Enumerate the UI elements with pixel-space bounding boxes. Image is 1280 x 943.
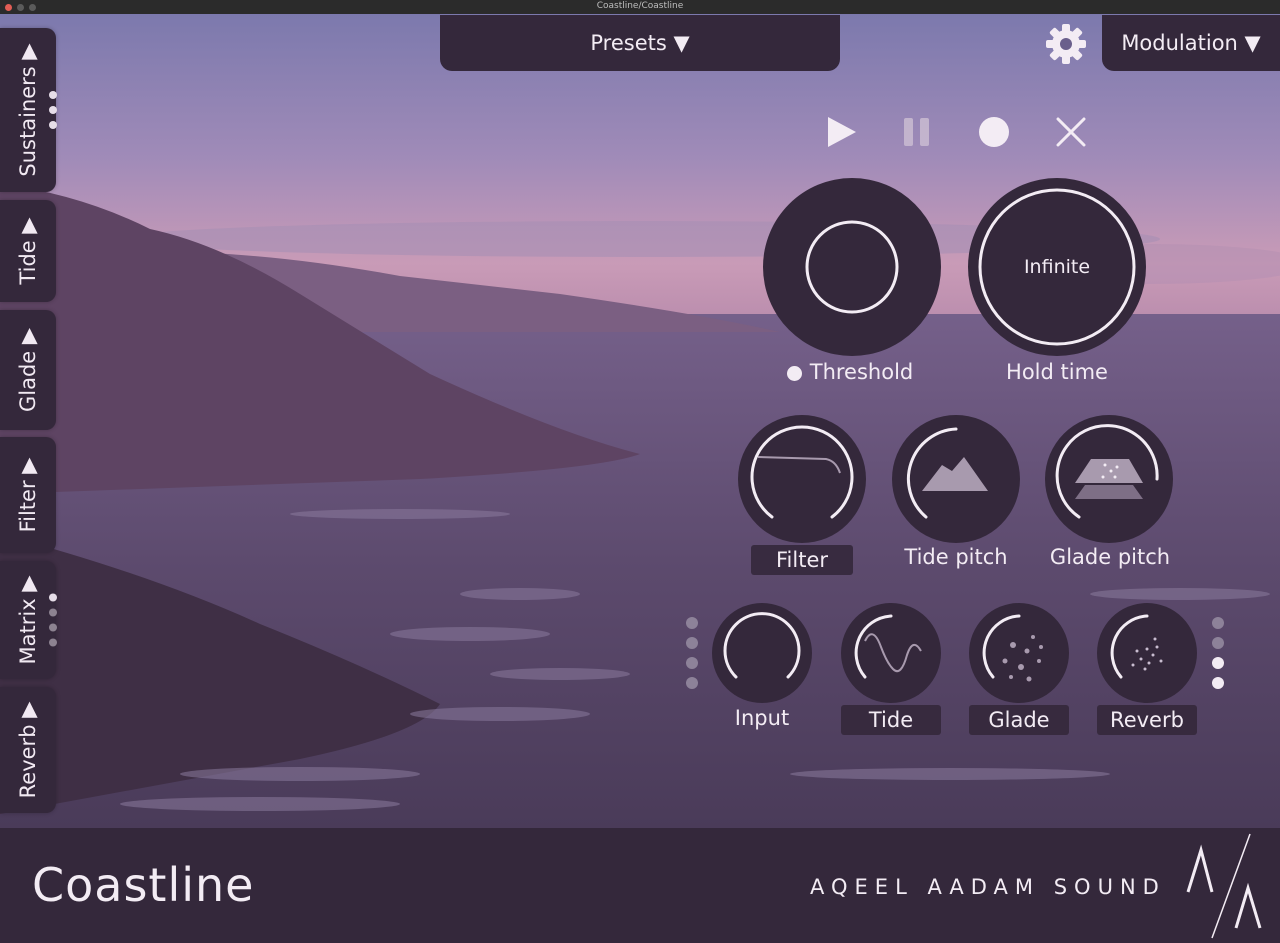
modulation-label: Modulation ▼: [1121, 31, 1261, 55]
tab-label: Glade ▶: [16, 327, 40, 413]
input-knob[interactable]: [712, 603, 812, 703]
tide-label[interactable]: Tide: [841, 705, 941, 735]
tab-glade[interactable]: Glade ▶: [0, 310, 56, 430]
glade-knob[interactable]: [969, 603, 1069, 703]
tide-pitch-knob[interactable]: [892, 415, 1020, 543]
tab-sustainers[interactable]: Sustainers ▶: [0, 28, 57, 192]
input-page-dots[interactable]: [686, 617, 698, 697]
pause-icon[interactable]: [899, 114, 935, 150]
window-title: Coastline/Coastline: [596, 1, 684, 11]
hold-time-value: Infinite: [1023, 256, 1091, 278]
company-name: AQEEL AADAM SOUND: [810, 875, 1166, 899]
presets-dropdown[interactable]: Presets ▼: [440, 15, 840, 71]
footer-bar: Coastline AQEEL AADAM SOUND: [0, 828, 1280, 943]
reverb-label[interactable]: Reverb: [1097, 705, 1197, 735]
tab-matrix[interactable]: Matrix ▶: [0, 561, 57, 679]
tab-indicator-dots: [49, 84, 57, 136]
threshold-knob[interactable]: [763, 178, 941, 356]
tab-label: Tide ▶: [16, 217, 40, 285]
tab-label: Sustainers ▶: [16, 43, 40, 177]
tab-tide[interactable]: Tide ▶: [0, 200, 56, 302]
tide-knob[interactable]: [841, 603, 941, 703]
threshold-indicator-dot[interactable]: [786, 365, 802, 381]
threshold-label: Threshold: [809, 360, 914, 384]
reverb-knob[interactable]: [1097, 603, 1197, 703]
tab-indicator-dots: [49, 587, 57, 654]
glade-label[interactable]: Glade: [969, 705, 1069, 735]
tab-reverb[interactable]: Reverb ▶: [0, 687, 56, 813]
company-logo: [1186, 833, 1262, 939]
tide-pitch-label: Tide pitch: [904, 545, 1008, 569]
clear-icon[interactable]: [1053, 114, 1089, 150]
glade-pitch-knob[interactable]: [1045, 415, 1173, 543]
presets-label: Presets ▼: [590, 31, 690, 55]
tab-label: Matrix ▶: [16, 575, 40, 665]
input-label: Input: [734, 706, 790, 730]
gear-icon[interactable]: [1044, 22, 1088, 66]
record-icon[interactable]: [976, 114, 1012, 150]
tab-label: Reverb ▶: [16, 701, 40, 799]
filter-label[interactable]: Filter: [751, 545, 853, 575]
tab-label: Filter ▶: [16, 457, 40, 533]
reverb-page-dots[interactable]: [1212, 617, 1224, 697]
modulation-dropdown[interactable]: Modulation ▼: [1102, 15, 1280, 71]
glade-pitch-label: Glade pitch: [1049, 545, 1171, 569]
tab-filter[interactable]: Filter ▶: [0, 437, 56, 553]
play-icon[interactable]: [823, 114, 859, 150]
filter-knob[interactable]: [738, 415, 866, 543]
hold-time-knob[interactable]: Infinite: [968, 178, 1146, 356]
threshold-label-group: Threshold: [760, 360, 940, 384]
window-titlebar: Coastline/Coastline: [0, 0, 1280, 14]
hold-time-label: Hold time: [1006, 360, 1108, 384]
product-title: Coastline: [32, 858, 255, 912]
